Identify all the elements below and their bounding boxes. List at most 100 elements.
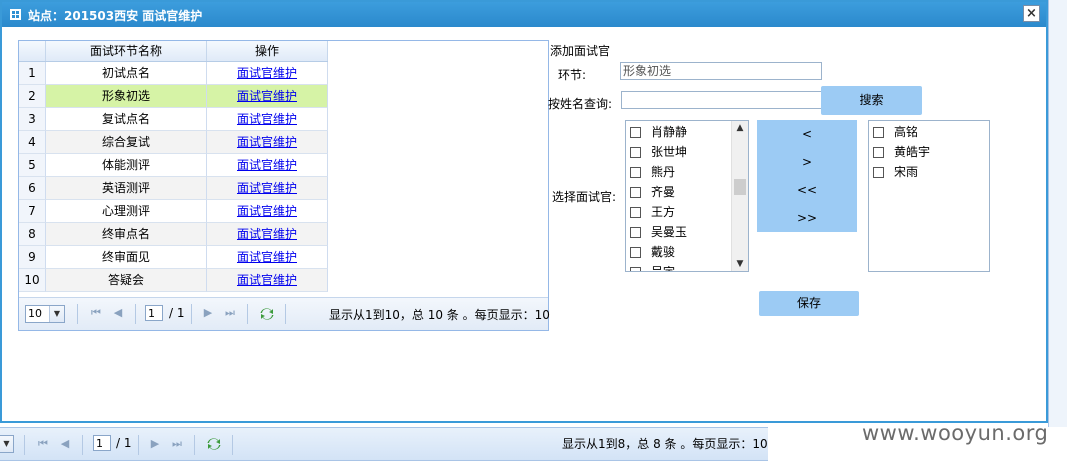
operation-cell: 面试官维护 [207,154,328,177]
stage-name-cell: 心理测评 [46,200,207,223]
row-number: 7 [19,200,46,223]
move-left-button[interactable]: < [757,120,857,148]
maintain-interviewer-link[interactable]: 面试官维护 [237,66,297,80]
table-row[interactable]: 2 形象初选 面试官维护 [19,85,328,108]
next-page-icon[interactable]: ▶ [148,437,162,451]
table-row[interactable]: 6 英语测评 面试官维护 [19,177,328,200]
row-number: 8 [19,223,46,246]
checkbox[interactable] [630,167,641,178]
maintain-interviewer-link[interactable]: 面试官维护 [237,204,297,218]
dialog-title: 站点：201503西安 面试官维护 [28,9,203,23]
stage-grid: 面试环节名称 操作 1 初试点名 面试官维护 2 形象初选 面试官维护 3 复试点名 面试官维护… [18,40,550,331]
maintain-interviewer-link[interactable]: 面试官维护 [237,250,297,264]
list-item[interactable]: 王方 [630,202,675,222]
scroll-thumb[interactable] [734,179,746,195]
list-item[interactable]: 高铭 [873,122,918,142]
checkbox[interactable] [630,207,641,218]
interviewer-name: 吴曼玉 [651,225,688,239]
row-number: 6 [19,177,46,200]
grid-pager: 10 ▼ ⏮ ◀ 1 / 1 ▶ ⏭ 显示从1到10，总 10 条 。每页显示：… [19,297,550,330]
bg-page-size-select[interactable]: ▼ [0,435,14,453]
row-number: 9 [19,246,46,269]
checkbox[interactable] [873,167,884,178]
prev-page-icon[interactable]: ◀ [58,437,72,451]
table-row[interactable]: 10 答疑会 面试官维护 [19,269,328,292]
search-label: 按姓名查询: [548,97,613,111]
first-page-icon[interactable]: ⏮ [89,306,103,320]
interviewer-dialog: 站点：201503西安 面试官维护 × 面试环节名称 操作 1 初试点名 面试官维护… [0,0,1048,423]
table-row[interactable]: 3 复试点名 面试官维护 [19,108,328,131]
maintain-interviewer-link[interactable]: 面试官维护 [237,227,297,241]
move-all-right-button[interactable]: >> [757,204,857,232]
header-operation[interactable]: 操作 [207,41,328,61]
maintain-interviewer-link[interactable]: 面试官维护 [237,158,297,172]
table-row[interactable]: 5 体能测评 面试官维护 [19,154,328,177]
chevron-up-icon[interactable]: ▲ [732,121,748,135]
interviewer-name: 戴骏 [651,245,676,259]
page-size-select[interactable]: 10 ▼ [25,305,65,323]
watermark: www.wooyun.org [862,421,1049,445]
refresh-icon[interactable] [259,306,275,322]
header-stage-name[interactable]: 面试环节名称 [46,41,207,61]
search-button[interactable]: 搜索 [821,86,922,115]
move-all-left-button[interactable]: << [757,176,857,204]
checkbox[interactable] [630,227,641,238]
table-row[interactable]: 1 初试点名 面试官维护 [19,62,328,85]
maintain-interviewer-link[interactable]: 面试官维护 [237,181,297,195]
table-row[interactable]: 7 心理测评 面试官维护 [19,200,328,223]
maintain-interviewer-link[interactable]: 面试官维护 [237,135,297,149]
checkbox[interactable] [630,267,641,271]
table-row[interactable]: 8 终审点名 面试官维护 [19,223,328,246]
stage-name-cell: 答疑会 [46,269,207,292]
checkbox[interactable] [873,127,884,138]
close-icon[interactable]: × [1023,5,1040,22]
list-item[interactable]: 熊丹 [630,162,675,182]
row-number: 5 [19,154,46,177]
last-page-icon[interactable]: ⏭ [223,306,237,320]
list-scrollbar[interactable]: ▲ ▼ [731,121,748,271]
maintain-interviewer-link[interactable]: 面试官维护 [237,89,297,103]
first-page-icon[interactable]: ⏮ [36,437,50,451]
save-button[interactable]: 保存 [759,291,859,316]
next-page-icon[interactable]: ▶ [201,306,215,320]
maintain-interviewer-link[interactable]: 面试官维护 [237,273,297,287]
prev-page-icon[interactable]: ◀ [111,306,125,320]
stage-name-cell: 终审面见 [46,246,207,269]
checkbox[interactable] [630,147,641,158]
table-row[interactable]: 9 终审面见 面试官维护 [19,246,328,269]
list-item[interactable]: 齐曼 [630,182,675,202]
list-item[interactable]: 黄皓宇 [873,142,930,162]
stage-name-cell: 复试点名 [46,108,207,131]
checkbox[interactable] [630,247,641,258]
selected-interviewers-list[interactable]: 高铭黄皓宇宋雨 [868,120,990,272]
list-item[interactable]: 吴宇 [630,262,675,271]
list-item[interactable]: 张世坤 [630,142,687,162]
list-item[interactable]: 肖静静 [630,122,687,142]
available-interviewers-list[interactable]: 肖静静张世坤熊丹 齐曼 王方吴曼玉戴骏吴宇 ▲ ▼ [625,120,749,272]
stage-name-cell: 初试点名 [46,62,207,85]
stage-name-cell: 终审点名 [46,223,207,246]
last-page-icon[interactable]: ⏭ [170,437,184,451]
checkbox[interactable] [873,147,884,158]
checkbox[interactable] [630,127,641,138]
checkbox[interactable] [630,187,641,198]
maintain-interviewer-link[interactable]: 面试官维护 [237,112,297,126]
move-right-button[interactable]: > [757,148,857,176]
interviewer-name: 宋雨 [894,165,919,179]
list-item[interactable]: 宋雨 [873,162,918,182]
bg-page-number-input[interactable]: 1 [93,435,111,451]
chevron-down-icon[interactable]: ▼ [732,257,748,271]
operation-cell: 面试官维护 [207,85,328,108]
list-item[interactable]: 戴骏 [630,242,675,262]
interviewer-name: 黄皓宇 [894,145,931,159]
stage-field[interactable]: 形象初选 [620,62,822,80]
window-icon [10,9,21,20]
background-pager: ▼ ⏮ ◀ 1 / 1 ▶ ⏭ 显示从1到8，总 8 条 。每页显示：10 [0,427,768,461]
page-number-input[interactable]: 1 [145,305,163,321]
interviewer-name: 张世坤 [651,145,688,159]
refresh-icon[interactable] [206,436,222,452]
list-item[interactable]: 吴曼玉 [630,222,687,242]
table-row[interactable]: 4 综合复试 面试官维护 [19,131,328,154]
row-number: 4 [19,131,46,154]
search-input[interactable] [621,91,825,109]
